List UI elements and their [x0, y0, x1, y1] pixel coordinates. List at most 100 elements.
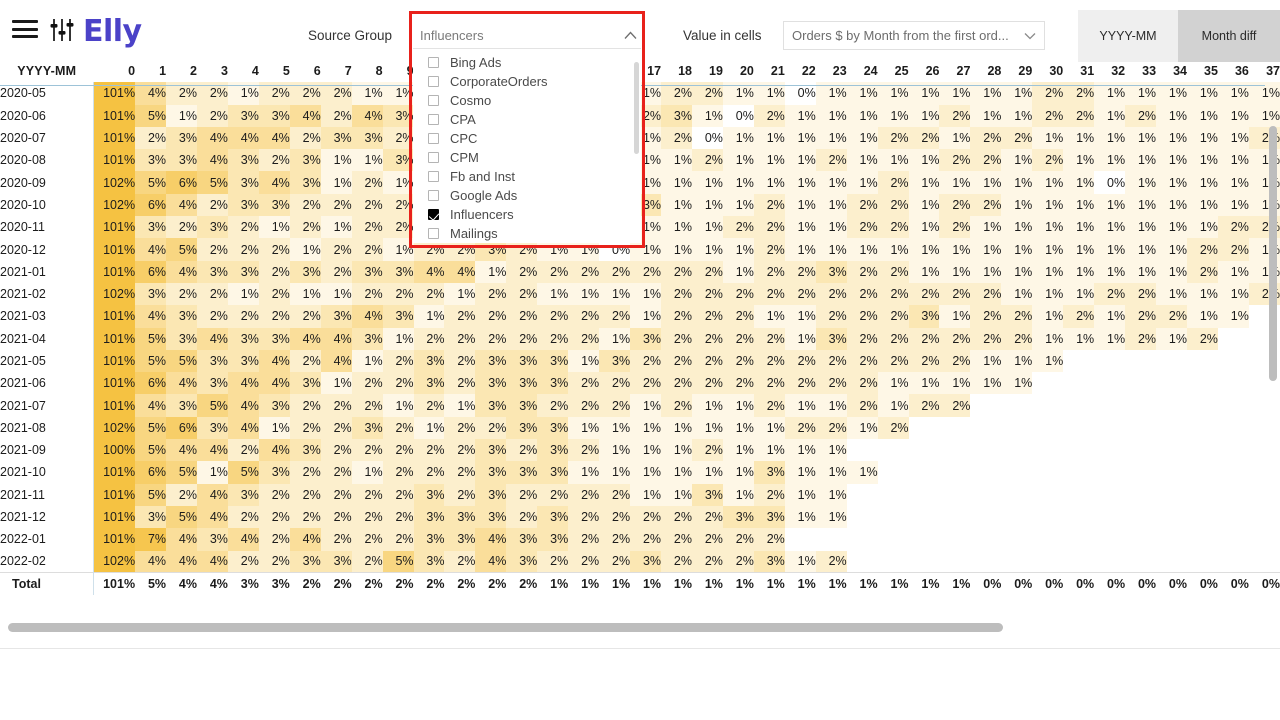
matrix-cell[interactable]: 1% [692, 105, 723, 127]
matrix-cell[interactable]: 4% [414, 261, 445, 283]
matrix-cell[interactable]: 1% [723, 238, 754, 260]
matrix-column-header[interactable]: 23 [816, 60, 847, 82]
toggle-yyyy-mm[interactable]: YYYY-MM [1078, 10, 1178, 62]
matrix-cell[interactable]: 1% [568, 417, 599, 439]
matrix-cell[interactable]: 3% [475, 439, 506, 461]
matrix-cell[interactable]: 1% [630, 439, 661, 461]
matrix-cell[interactable]: 2% [228, 238, 259, 260]
matrix-cell[interactable]: 1% [1094, 127, 1125, 149]
matrix-cell[interactable]: 101% [94, 461, 136, 483]
slicer-option[interactable]: CPM [413, 148, 641, 167]
matrix-cell[interactable]: 2% [444, 328, 475, 350]
matrix-cell[interactable]: 2% [630, 261, 661, 283]
matrix-cell[interactable]: 2% [754, 261, 785, 283]
matrix-cell[interactable]: 1% [321, 372, 352, 394]
matrix-cell[interactable]: 3% [754, 461, 785, 483]
matrix-column-header[interactable]: 36 [1218, 60, 1249, 82]
matrix-cell[interactable]: 1% [1218, 149, 1249, 171]
matrix-cell[interactable] [1063, 484, 1094, 506]
matrix-cell[interactable]: 3% [475, 394, 506, 416]
matrix-horizontal-scrollbar[interactable] [8, 623, 1003, 632]
matrix-cell[interactable]: 1% [599, 328, 630, 350]
matrix-cell[interactable] [1063, 528, 1094, 550]
matrix-cell[interactable]: 1% [1094, 149, 1125, 171]
matrix-corner-header[interactable]: YYYY-MM [0, 60, 94, 82]
matrix-cell[interactable] [1125, 506, 1156, 528]
matrix-column-header[interactable]: 33 [1125, 60, 1156, 82]
matrix-cell[interactable]: 3% [166, 305, 197, 327]
matrix-cell[interactable]: 1% [785, 394, 816, 416]
matrix-cell[interactable]: 2% [166, 216, 197, 238]
matrix-cell[interactable]: 1% [939, 372, 970, 394]
matrix-cell[interactable]: 2% [661, 372, 692, 394]
matrix-cell[interactable]: 3% [383, 149, 414, 171]
matrix-cell[interactable]: 3% [166, 328, 197, 350]
table-row[interactable]: 2021-08102%5%6%3%4%1%2%2%3%2%1%2%2%3%3%1… [0, 417, 1280, 439]
matrix-cell[interactable] [1094, 417, 1125, 439]
matrix-cell[interactable]: 3% [475, 372, 506, 394]
matrix-cell[interactable]: 4% [352, 305, 383, 327]
matrix-column-header[interactable]: 2 [166, 60, 197, 82]
matrix-cell[interactable]: 6% [135, 372, 166, 394]
matrix-cell[interactable]: 2% [568, 528, 599, 550]
table-row[interactable]: 2021-09100%5%4%4%2%4%3%2%2%2%2%2%3%2%3%2… [0, 439, 1280, 461]
matrix-cell[interactable]: 1% [1218, 305, 1249, 327]
matrix-cell[interactable]: 1% [847, 127, 878, 149]
matrix-cell[interactable]: 1% [847, 417, 878, 439]
matrix-cell[interactable]: 1% [1218, 171, 1249, 193]
matrix-cell[interactable]: 1% [847, 105, 878, 127]
matrix-cell[interactable]: 3% [414, 484, 445, 506]
matrix-cell[interactable] [1156, 528, 1187, 550]
matrix-cell[interactable] [970, 551, 1001, 573]
matrix-cell[interactable]: 2% [692, 149, 723, 171]
matrix-cell[interactable] [1125, 484, 1156, 506]
matrix-cell[interactable]: 1% [816, 127, 847, 149]
matrix-cell[interactable]: 4% [166, 372, 197, 394]
matrix-cell[interactable]: 1% [754, 171, 785, 193]
matrix-cell[interactable]: 2% [661, 394, 692, 416]
matrix-cell[interactable]: 101% [94, 261, 136, 283]
matrix-cell[interactable]: 1% [1156, 238, 1187, 260]
matrix-cell[interactable]: 1% [1125, 261, 1156, 283]
matrix-cell[interactable]: 2% [290, 484, 321, 506]
matrix-cell[interactable]: 3% [444, 506, 475, 528]
matrix-cell[interactable] [909, 551, 940, 573]
matrix-cell[interactable]: 2% [352, 551, 383, 573]
matrix-cell[interactable]: 1% [1032, 171, 1063, 193]
matrix-cell[interactable]: 2% [723, 551, 754, 573]
matrix-cell[interactable]: 1% [661, 461, 692, 483]
matrix-cell[interactable]: 3% [537, 372, 568, 394]
matrix-cell[interactable] [909, 417, 940, 439]
matrix-cell[interactable]: 1% [1156, 216, 1187, 238]
matrix-cell[interactable] [1094, 394, 1125, 416]
matrix-cell[interactable]: 1% [1125, 149, 1156, 171]
matrix-column-header[interactable]: 18 [661, 60, 692, 82]
matrix-cell[interactable] [939, 551, 970, 573]
matrix-cell[interactable]: 3% [228, 484, 259, 506]
matrix-cell[interactable]: 4% [135, 551, 166, 573]
matrix-cell[interactable]: 2% [630, 506, 661, 528]
matrix-cell[interactable]: 3% [259, 194, 290, 216]
chevron-up-icon[interactable] [619, 22, 641, 49]
matrix-cell[interactable]: 2% [599, 372, 630, 394]
matrix-cell[interactable]: 3% [135, 283, 166, 305]
matrix-cell[interactable] [970, 417, 1001, 439]
matrix-cell[interactable]: 5% [166, 506, 197, 528]
matrix-cell[interactable]: 3% [166, 127, 197, 149]
matrix-cell[interactable]: 2% [290, 127, 321, 149]
matrix-cell[interactable] [1125, 551, 1156, 573]
matrix-cell[interactable]: 1% [1156, 261, 1187, 283]
matrix-cell[interactable]: 1% [816, 238, 847, 260]
matrix-cell[interactable]: 4% [135, 305, 166, 327]
matrix-cell[interactable]: 1% [630, 283, 661, 305]
matrix-cell[interactable]: 3% [197, 528, 228, 550]
matrix-cell[interactable] [1001, 551, 1032, 573]
matrix-cell[interactable]: 2% [878, 194, 909, 216]
matrix-cell[interactable]: 1% [1063, 283, 1094, 305]
matrix-cell[interactable]: 5% [135, 328, 166, 350]
matrix-cell[interactable]: 2% [723, 305, 754, 327]
matrix-cell[interactable]: 1% [228, 283, 259, 305]
matrix-cell[interactable] [878, 439, 909, 461]
matrix-cell[interactable]: 2% [352, 394, 383, 416]
matrix-cell[interactable]: 2% [290, 461, 321, 483]
